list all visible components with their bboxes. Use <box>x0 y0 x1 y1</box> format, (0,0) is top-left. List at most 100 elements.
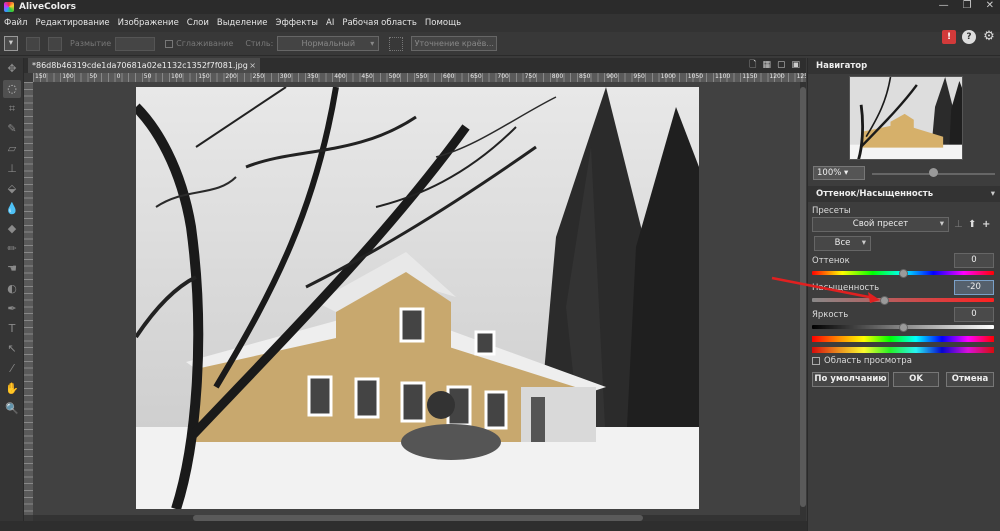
notification-icon[interactable]: ! <box>942 30 956 44</box>
hue-slider-knob[interactable] <box>898 268 908 278</box>
crop-tool-icon[interactable]: ⌗ <box>3 100 21 118</box>
menu-file[interactable]: Файл <box>4 18 27 28</box>
hue-saturation-header[interactable]: Оттенок/Насыщенность ▾ <box>808 186 1000 202</box>
result-spectrum-bar <box>812 347 994 353</box>
saturation-slider-knob[interactable] <box>880 295 890 305</box>
zoom-slider-knob[interactable] <box>929 168 938 177</box>
new-document-icon[interactable]: 🗋 <box>749 58 756 73</box>
source-spectrum-bar <box>812 336 994 342</box>
style-label: Стиль: <box>245 39 274 48</box>
ruler-tick-label: 750 <box>524 73 537 80</box>
eraser-tool-icon[interactable]: ▱ <box>3 140 21 158</box>
window-controls: — ❐ ✕ <box>939 0 994 12</box>
menu-effects[interactable]: Эффекты <box>276 18 319 28</box>
help-icon[interactable]: ? <box>962 30 976 44</box>
navigator-thumbnail[interactable] <box>849 76 963 160</box>
menu-image[interactable]: Изображение <box>118 18 179 28</box>
save-preset-icon[interactable]: ⬆ <box>968 219 976 230</box>
menu-help[interactable]: Помощь <box>425 18 461 28</box>
pencil-tool-icon[interactable]: ✏ <box>3 240 21 258</box>
vertical-scroll-thumb[interactable] <box>800 87 806 507</box>
ruler-tick-label: 700 <box>497 73 509 80</box>
maximize-button[interactable]: ❐ <box>963 0 972 12</box>
smudge-tool-icon[interactable]: ☚ <box>3 260 21 278</box>
preview-area-checkbox[interactable] <box>812 357 820 365</box>
refine-edge-button[interactable]: Уточнение краёв... <box>411 36 498 51</box>
cancel-button[interactable]: Отмена <box>946 372 994 387</box>
zoom-tool-icon[interactable]: 🔍 <box>3 400 21 418</box>
collapse-panel-icon[interactable]: ▾ <box>991 186 995 202</box>
menu-workspace[interactable]: Рабочая область <box>342 18 417 28</box>
delete-preset-icon[interactable]: ⊥ <box>954 219 963 230</box>
refine-edge-icon[interactable] <box>389 36 404 51</box>
preview-area-label: Область просмотра <box>824 356 912 366</box>
navigator-header[interactable]: Навигатор <box>808 58 1000 74</box>
style-select[interactable]: Нормальный <box>277 36 380 51</box>
ruler-tick-label: 50 <box>89 73 98 80</box>
close-tab-icon[interactable]: × <box>249 58 256 73</box>
zoom-select[interactable]: 100% ▾ <box>813 166 865 180</box>
saturation-slider-track[interactable] <box>812 298 994 302</box>
vertical-scrollbar[interactable] <box>800 82 806 515</box>
brush-tool-icon[interactable]: ✎ <box>3 120 21 138</box>
blur-input[interactable] <box>115 36 156 51</box>
document-tab-title: *86d8b46319cde1da70681a02e1132c1352f7f08… <box>32 61 248 70</box>
hand-tool-icon[interactable]: ✋ <box>3 380 21 398</box>
navigator-preview <box>850 77 962 159</box>
bucket-tool-icon[interactable]: ⬙ <box>3 180 21 198</box>
canvas-area[interactable] <box>33 82 806 515</box>
ruler-tick-label: 1000 <box>660 73 676 80</box>
subtract-selection-icon[interactable] <box>48 36 62 51</box>
tools-toolbar: ✥ ◌ ⌗ ✎ ▱ ⊥ ⬙ 💧 ◆ ✏ ☚ ◐ ✒ T ↖ ⁄ ✋ 🔍 <box>0 58 24 531</box>
menu-select[interactable]: Выделение <box>217 18 268 28</box>
add-selection-icon[interactable] <box>26 36 40 51</box>
single-view-icon[interactable]: ▢ <box>777 58 786 73</box>
text-tool-icon[interactable]: T <box>3 320 21 338</box>
ruler-tick-label: 250 <box>252 73 265 80</box>
ruler-tick-label: 1050 <box>687 73 704 80</box>
close-window-button[interactable]: ✕ <box>986 0 994 12</box>
document-tab[interactable]: *86d8b46319cde1da70681a02e1132c1352f7f08… <box>28 58 260 73</box>
saturation-value-input[interactable]: -20 <box>954 280 994 295</box>
eyedropper-tool-icon[interactable]: ⁄ <box>3 360 21 378</box>
ruler-tick-label: 400 <box>334 73 346 80</box>
ruler-tick-label: 150 <box>198 73 210 80</box>
gear-icon[interactable]: ⚙ <box>982 30 996 44</box>
smoothing-label: Сглаживание <box>176 39 234 48</box>
ruler-tick-label: 100 <box>62 73 74 80</box>
dodge-tool-icon[interactable]: ◐ <box>3 280 21 298</box>
menu-layers[interactable]: Слои <box>187 18 209 28</box>
minimize-button[interactable]: — <box>939 0 949 12</box>
stamp-tool-icon[interactable]: ⊥ <box>3 160 21 178</box>
selection-tool-icon[interactable]: ◌ <box>3 80 21 98</box>
title-bar: AliveColors — ❐ ✕ <box>0 0 1000 14</box>
drop-tool-icon[interactable]: 💧 <box>3 200 21 218</box>
move-tool-icon[interactable]: ✥ <box>3 60 21 78</box>
close-document-icon[interactable]: ▣ <box>791 58 800 73</box>
hue-saturation-title: Оттенок/Насыщенность <box>816 189 934 199</box>
ruler-tick-label: 200 <box>225 73 237 80</box>
add-preset-icon[interactable]: + <box>982 219 990 230</box>
menu-ai[interactable]: AI <box>326 18 334 28</box>
preset-select[interactable]: Свой пресет <box>812 217 949 232</box>
brightness-slider-knob[interactable] <box>898 322 908 332</box>
smoothing-checkbox[interactable] <box>165 39 174 48</box>
brightness-value-input[interactable]: 0 <box>954 307 994 322</box>
shape-tool-icon[interactable]: ↖ <box>3 340 21 358</box>
blur-tool-icon[interactable]: ◆ <box>3 220 21 238</box>
app-title: AliveColors <box>19 2 76 12</box>
new-selection-icon[interactable] <box>4 36 18 51</box>
hue-value-input[interactable]: 0 <box>954 253 994 268</box>
menu-edit[interactable]: Редактирование <box>35 18 109 28</box>
brightness-label: Яркость <box>812 310 849 320</box>
ok-button[interactable]: OK <box>893 372 939 387</box>
pen-tool-icon[interactable]: ✒ <box>3 300 21 318</box>
grid-view-icon[interactable]: ▦ <box>762 58 771 73</box>
default-button[interactable]: По умолчанию <box>812 372 889 387</box>
document-image[interactable] <box>136 87 699 509</box>
vertical-ruler <box>24 82 33 515</box>
blur-label: Размытие <box>70 39 112 48</box>
channel-select[interactable]: Все <box>814 236 871 251</box>
ruler-tick-label: 100 <box>171 73 183 80</box>
ruler-tick-label: 500 <box>388 73 401 80</box>
